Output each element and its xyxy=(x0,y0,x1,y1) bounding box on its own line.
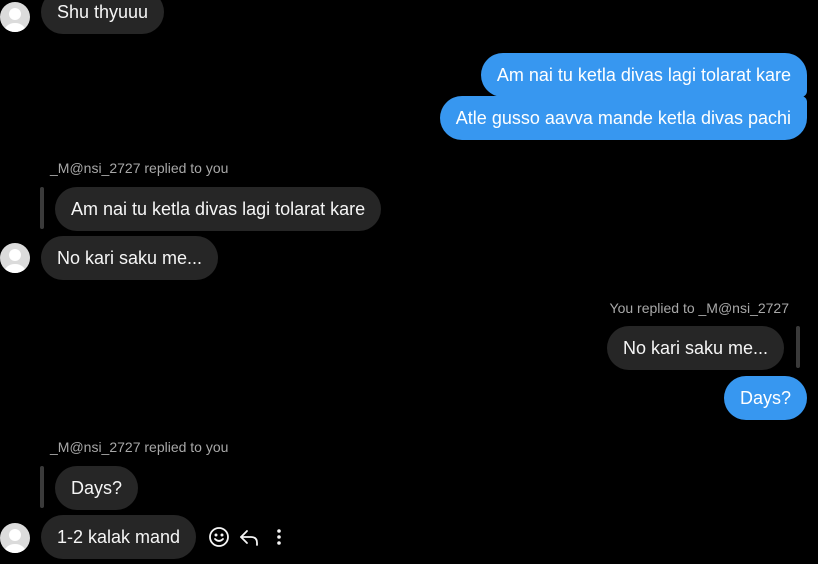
reply-indicator-bar xyxy=(40,466,44,508)
more-vertical-icon[interactable] xyxy=(266,524,292,550)
message-bubble-incoming[interactable]: Shu thyuuu xyxy=(41,0,165,34)
quoted-message[interactable]: Days? xyxy=(55,466,139,510)
reply-context-label: _M@nsi_2727 replied to you xyxy=(50,439,229,455)
quoted-message[interactable]: No kari saku me... xyxy=(606,326,784,370)
avatar[interactable] xyxy=(0,2,30,32)
message-bubble-outgoing[interactable]: Am nai tu ketla divas lagi tolarat kare xyxy=(480,53,807,97)
message-bubble-outgoing[interactable]: Atle gusso aavva mande ketla divas pachi xyxy=(439,96,807,140)
avatar[interactable] xyxy=(0,243,30,273)
reply-arrow-icon[interactable] xyxy=(236,524,262,550)
quoted-message[interactable]: Am nai tu ketla divas lagi tolarat kare xyxy=(55,187,382,231)
message-bubble-incoming[interactable]: No kari saku me... xyxy=(41,236,219,280)
message-bubble-outgoing[interactable]: Days? xyxy=(723,376,807,420)
reply-indicator-bar xyxy=(40,187,44,229)
avatar[interactable] xyxy=(0,523,30,553)
message-bubble-incoming[interactable]: 1-2 kalak mand xyxy=(41,515,197,559)
reply-context-label: You replied to _M@nsi_2727 xyxy=(609,300,789,316)
smiley-icon[interactable] xyxy=(206,524,232,550)
reply-context-label: _M@nsi_2727 replied to you xyxy=(50,160,229,176)
reply-indicator-bar xyxy=(796,326,800,368)
